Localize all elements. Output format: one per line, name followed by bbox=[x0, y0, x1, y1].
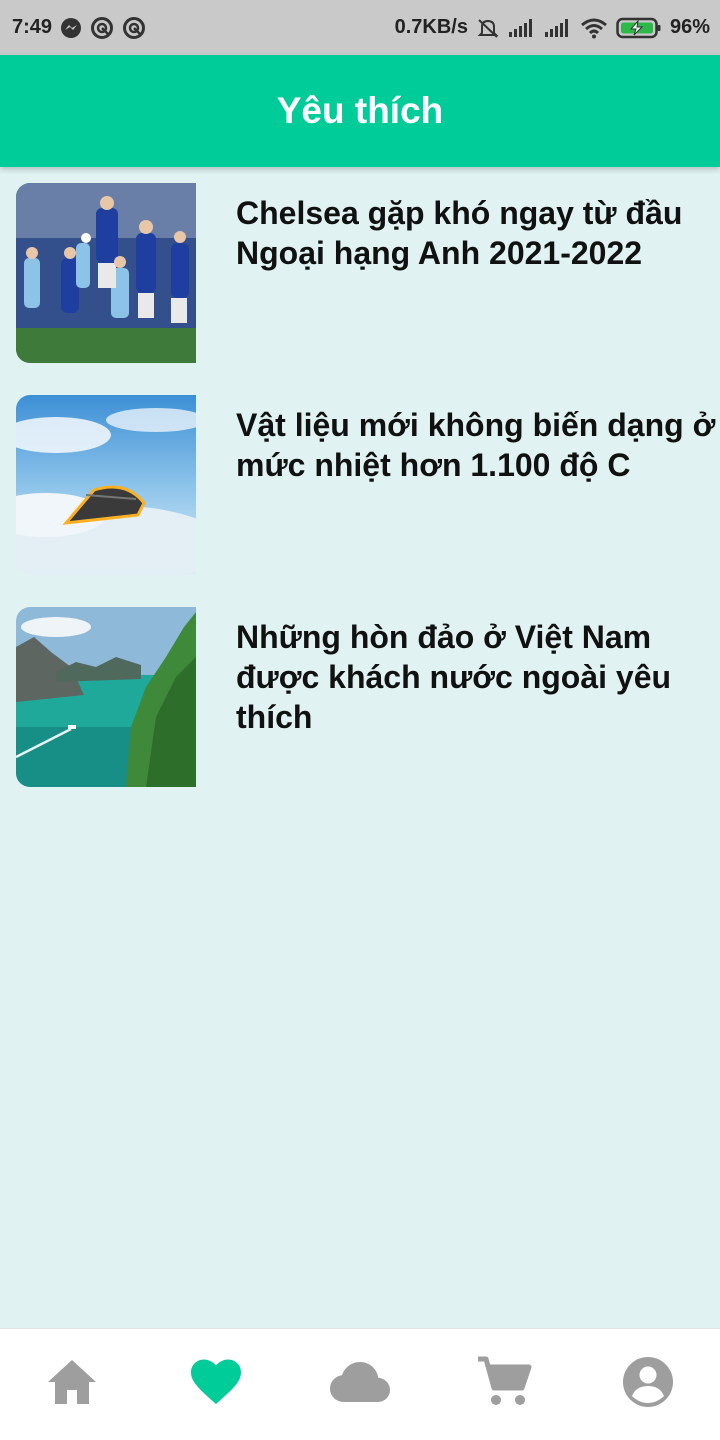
signal-icon bbox=[508, 18, 536, 38]
app-bar: Yêu thích bbox=[0, 55, 720, 167]
messenger-icon bbox=[60, 17, 82, 39]
article-title[interactable]: Vật liệu mới không biến dạng ở mức nhiệt… bbox=[236, 405, 716, 575]
nav-home-button[interactable] bbox=[32, 1345, 112, 1425]
battery-charging-icon bbox=[616, 16, 662, 40]
network-speed: 0.7KB/s bbox=[394, 16, 468, 38]
cart-icon bbox=[476, 1356, 532, 1413]
account-icon bbox=[622, 1356, 674, 1413]
nav-cloud-button[interactable] bbox=[320, 1345, 400, 1425]
nav-favorites-button[interactable] bbox=[176, 1345, 256, 1425]
football-match-thumbnail[interactable] bbox=[16, 183, 196, 363]
mute-icon bbox=[476, 16, 500, 40]
nav-account-button[interactable] bbox=[608, 1345, 688, 1425]
status-time: 7:49 bbox=[12, 16, 53, 38]
home-icon bbox=[46, 1358, 98, 1411]
hypersonic-aircraft-thumbnail[interactable] bbox=[16, 395, 196, 575]
article-title[interactable]: Những hòn đảo ở Việt Nam được khách nước… bbox=[236, 617, 716, 787]
heart-icon bbox=[190, 1358, 242, 1411]
list-item[interactable]: Chelsea gặp khó ngay từ đầu Ngoại hạng A… bbox=[0, 183, 720, 363]
cloud-icon bbox=[329, 1361, 391, 1408]
wifi-icon bbox=[580, 17, 608, 39]
battery-level: 96% bbox=[669, 16, 710, 38]
sync-icon bbox=[90, 16, 114, 40]
bottom-navigation bbox=[0, 1328, 720, 1440]
island-bay-thumbnail[interactable] bbox=[16, 607, 196, 787]
favorites-list: Chelsea gặp khó ngay từ đầu Ngoại hạng A… bbox=[0, 183, 720, 819]
article-title[interactable]: Chelsea gặp khó ngay từ đầu Ngoại hạng A… bbox=[236, 193, 716, 363]
list-item[interactable]: Vật liệu mới không biến dạng ở mức nhiệt… bbox=[0, 395, 720, 575]
page-title: Yêu thích bbox=[276, 90, 444, 131]
nav-cart-button[interactable] bbox=[464, 1345, 544, 1425]
list-item[interactable]: Những hòn đảo ở Việt Nam được khách nước… bbox=[0, 607, 720, 787]
sync-icon bbox=[122, 16, 146, 40]
status-bar: 7:49 0.7KB/s 96% bbox=[0, 0, 720, 55]
signal-icon bbox=[544, 18, 572, 38]
